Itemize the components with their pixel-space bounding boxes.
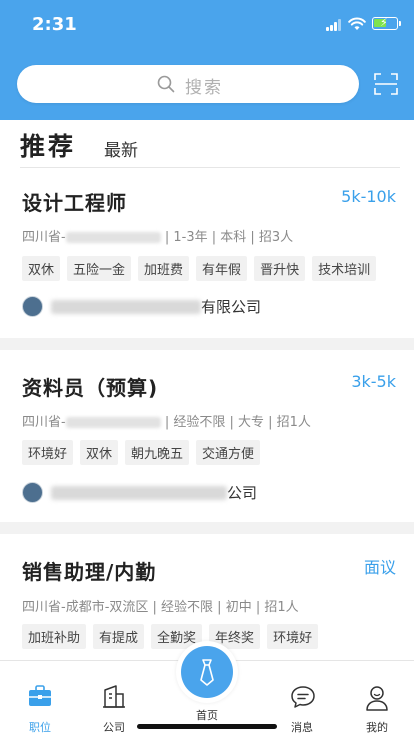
- job-tag: 环境好: [22, 440, 74, 465]
- home-button-circle: [181, 646, 233, 698]
- header-bar: 2:31 ⚡ 搜索: [0, 0, 414, 120]
- user-icon: [366, 686, 388, 711]
- job-location: 四川省-: [22, 230, 66, 245]
- company-row: 有限公司: [22, 296, 261, 317]
- search-placeholder: 搜索: [185, 78, 223, 98]
- search-icon: [157, 75, 175, 93]
- tab-home[interactable]: [176, 641, 238, 703]
- company-logo: [22, 296, 43, 317]
- job-salary: 5k-10k: [341, 187, 396, 206]
- status-bar: 2:31 ⚡: [0, 0, 414, 48]
- status-time: 2:31: [32, 14, 77, 35]
- battery-icon: ⚡: [372, 16, 401, 30]
- tab-latest[interactable]: 最新: [104, 136, 138, 161]
- job-tag: 双休: [80, 440, 119, 465]
- job-title: 销售助理/内勤: [22, 560, 157, 584]
- job-details: | 1-3年 | 本科 | 招3人: [164, 230, 294, 245]
- job-meta: 四川省- | 1-3年 | 本科 | 招3人: [22, 226, 293, 245]
- company-name: 有限公司: [201, 298, 262, 316]
- tab-mine-label: 我的: [366, 721, 388, 734]
- redacted-company: [51, 485, 227, 500]
- tab-home-label: 首页: [196, 709, 218, 722]
- job-tag: 加班费: [138, 256, 190, 281]
- tab-jobs-label: 职位: [29, 721, 51, 734]
- job-title: 设计工程师: [22, 191, 127, 215]
- job-tags: 环境好 双休 朝九晚五 交通方便: [22, 440, 261, 465]
- wifi-icon: [348, 17, 366, 30]
- job-meta: 四川省- | 经验不限 | 大专 | 招1人: [22, 411, 311, 430]
- company-row: 公司: [22, 482, 257, 503]
- home-indicator: [137, 724, 277, 729]
- job-tag: 有年假: [196, 256, 248, 281]
- job-card[interactable]: 设计工程师 5k-10k 四川省- | 1-3年 | 本科 | 招3人 双休 五…: [0, 170, 414, 338]
- job-salary: 3k-5k: [351, 372, 396, 391]
- job-details: | 经验不限 | 初中 | 招1人: [152, 600, 299, 615]
- job-location: 四川省-成都市-双流区: [22, 600, 149, 615]
- company-name: 公司: [227, 484, 258, 502]
- job-tag: 有提成: [93, 624, 145, 649]
- job-details: | 经验不限 | 大专 | 招1人: [164, 415, 311, 430]
- tie-icon: [200, 659, 214, 686]
- job-tag: 朝九晚五: [125, 440, 190, 465]
- job-salary: 面议: [363, 558, 396, 577]
- job-meta: 四川省-成都市-双流区 | 经验不限 | 初中 | 招1人: [22, 596, 299, 615]
- building-icon: [103, 685, 125, 708]
- redacted-text: [65, 232, 161, 243]
- job-tag: 双休: [22, 256, 61, 281]
- briefcase-icon: [29, 685, 51, 706]
- redacted-text: [65, 417, 161, 428]
- job-title: 资料员（预算): [22, 376, 159, 400]
- tab-company-label: 公司: [103, 721, 125, 734]
- job-card[interactable]: 资料员（预算) 3k-5k 四川省- | 经验不限 | 大专 | 招1人 环境好…: [0, 350, 414, 522]
- job-location: 四川省-: [22, 415, 66, 430]
- job-tag: 技术培训: [312, 256, 377, 281]
- job-tag: 晋升快: [254, 256, 306, 281]
- job-tag: 加班补助: [22, 624, 87, 649]
- redacted-company: [51, 299, 201, 314]
- job-tag: 五险一金: [67, 256, 132, 281]
- company-logo: [22, 482, 43, 503]
- tab-bar-filter: 推荐 最新: [20, 124, 400, 168]
- tab-recommended[interactable]: 推荐: [20, 127, 76, 163]
- scan-icon[interactable]: [374, 72, 398, 96]
- card-divider: [0, 522, 414, 534]
- tab-messages-label: 消息: [291, 721, 313, 734]
- chat-bubble-icon: [291, 686, 315, 708]
- job-tag: 交通方便: [196, 440, 261, 465]
- job-tag: 环境好: [267, 624, 319, 649]
- job-tags: 加班补助 有提成 全勤奖 年终奖 环境好: [22, 624, 319, 649]
- card-divider: [0, 338, 414, 350]
- signal-icon: [326, 19, 342, 31]
- search-input[interactable]: 搜索: [17, 65, 359, 103]
- job-tags: 双休 五险一金 加班费 有年假 晋升快 技术培训: [22, 256, 377, 281]
